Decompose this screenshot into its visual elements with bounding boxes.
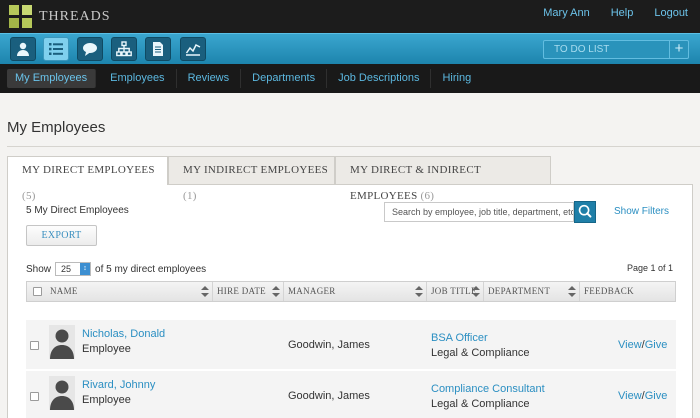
show-filters-link[interactable]: Show Filters	[614, 206, 669, 217]
column-label: MANAGER	[288, 286, 336, 296]
tab-direct-and-indirect-employees[interactable]: My Direct & Indirect Employees (6)	[335, 156, 551, 202]
module-toolbar: +	[0, 33, 700, 64]
column-header-hire-date[interactable]: HIRE DATE	[213, 282, 284, 301]
activity-chart-icon[interactable]	[180, 37, 206, 61]
column-header-manager[interactable]: MANAGER	[284, 282, 427, 301]
todo-add-button[interactable]: +	[669, 41, 688, 58]
table-row: Rivard, Johnny Employee Goodwin, James C…	[26, 371, 676, 418]
help-link[interactable]: Help	[611, 7, 634, 19]
nav-departments[interactable]: Departments	[241, 69, 328, 88]
page-size-value: 25	[61, 264, 72, 274]
show-label: Show	[26, 263, 52, 275]
avatar	[49, 325, 75, 359]
export-button[interactable]: EXPORT	[26, 225, 97, 246]
tab-label: My Direct Employees	[22, 164, 155, 176]
page-size-select[interactable]: 25 ↕	[55, 262, 92, 276]
sort-icon	[272, 286, 280, 297]
nav-reviews[interactable]: Reviews	[177, 69, 242, 88]
column-header-job-title[interactable]: JOB TITLE	[427, 282, 484, 301]
view-feedback-link[interactable]: View	[618, 390, 642, 402]
department-name: Legal & Compliance	[431, 347, 530, 359]
manager-name: Goodwin, James	[288, 339, 370, 351]
todo-list: +	[543, 40, 689, 59]
give-feedback-link[interactable]: Give	[645, 390, 668, 402]
search-box	[384, 202, 574, 222]
page-size-row: Show 25 ↕ of 5 my direct employees	[26, 262, 206, 276]
section-nav: My Employees Employees Reviews Departmen…	[0, 64, 700, 93]
feedback-links: View/Give	[618, 390, 667, 402]
column-label: FEEDBACK	[584, 286, 634, 296]
app-name[interactable]: THREADS	[39, 9, 111, 25]
column-label: JOB TITLE	[431, 286, 477, 296]
feedback-links: View/Give	[618, 339, 667, 351]
sort-icon	[568, 286, 576, 297]
chat-bubble-icon[interactable]	[77, 37, 103, 61]
column-label: HIRE DATE	[217, 286, 266, 296]
page-title: My Employees	[7, 119, 106, 136]
search-icon	[578, 204, 592, 218]
column-label: NAME	[50, 286, 78, 296]
table-spacer	[26, 302, 676, 320]
manager-name: Goodwin, James	[288, 390, 370, 402]
nav-employees[interactable]: Employees	[99, 69, 177, 88]
tab-indirect-employees[interactable]: My Indirect Employees (1)	[168, 156, 335, 202]
nav-my-employees[interactable]: My Employees	[7, 69, 97, 88]
tab-count: (1)	[183, 190, 197, 202]
employee-count-label: 5 My Direct Employees	[26, 205, 129, 216]
threads-logo-icon[interactable]	[9, 5, 33, 29]
tab-direct-employees[interactable]: My Direct Employees (5)	[7, 156, 168, 202]
job-title-link[interactable]: Compliance Consultant	[431, 383, 545, 395]
tab-count: (6)	[420, 190, 435, 202]
employee-name-link[interactable]: Nicholas, Donald	[82, 328, 165, 340]
logout-link[interactable]: Logout	[654, 7, 688, 19]
tab-count: (5)	[22, 190, 36, 202]
row-checkbox[interactable]	[30, 392, 39, 401]
list-icon[interactable]	[43, 37, 69, 61]
nav-hiring[interactable]: Hiring	[431, 69, 482, 88]
nav-job-descriptions[interactable]: Job Descriptions	[327, 69, 432, 88]
todo-input[interactable]	[544, 41, 668, 58]
view-feedback-link[interactable]: View	[618, 339, 642, 351]
chevron-updown-icon: ↕	[80, 263, 91, 275]
department-name: Legal & Compliance	[431, 398, 530, 410]
document-icon[interactable]	[145, 37, 171, 61]
person-silhouette-icon	[50, 380, 74, 410]
title-divider	[7, 146, 700, 147]
table-row: Nicholas, Donald Employee Goodwin, James…	[26, 320, 676, 370]
avatar	[49, 376, 75, 410]
select-all-checkbox[interactable]	[33, 287, 42, 296]
tab-label: My Indirect Employees	[183, 164, 329, 176]
employee-type: Employee	[82, 343, 131, 355]
column-header-name[interactable]: NAME	[46, 282, 213, 301]
sort-icon	[415, 286, 423, 297]
row-checkbox[interactable]	[30, 341, 39, 350]
sort-icon	[472, 286, 480, 297]
search-button[interactable]	[574, 201, 596, 223]
give-feedback-link[interactable]: Give	[645, 339, 668, 351]
employee-type: Employee	[82, 394, 131, 406]
table-header: NAME HIRE DATE MANAGER JOB TITLE DEPARTM…	[26, 281, 676, 302]
org-chart-icon[interactable]	[111, 37, 137, 61]
page-info: Page 1 of 1	[626, 263, 673, 273]
user-nav: Mary Ann Help Logout	[543, 7, 688, 19]
column-header-department[interactable]: DEPARTMENT	[484, 282, 580, 301]
user-name-link[interactable]: Mary Ann	[543, 7, 589, 19]
employee-name-link[interactable]: Rivard, Johnny	[82, 379, 155, 391]
page-size-of-label: of 5 my direct employees	[95, 263, 207, 275]
job-title-link[interactable]: BSA Officer	[431, 332, 488, 344]
sort-icon	[201, 286, 209, 297]
search-input[interactable]	[385, 203, 573, 221]
top-bar: THREADS Mary Ann Help Logout	[0, 0, 700, 33]
column-label: DEPARTMENT	[488, 286, 551, 296]
person-silhouette-icon	[50, 329, 74, 359]
column-header-feedback: FEEDBACK	[580, 282, 675, 301]
person-icon[interactable]	[10, 37, 36, 61]
